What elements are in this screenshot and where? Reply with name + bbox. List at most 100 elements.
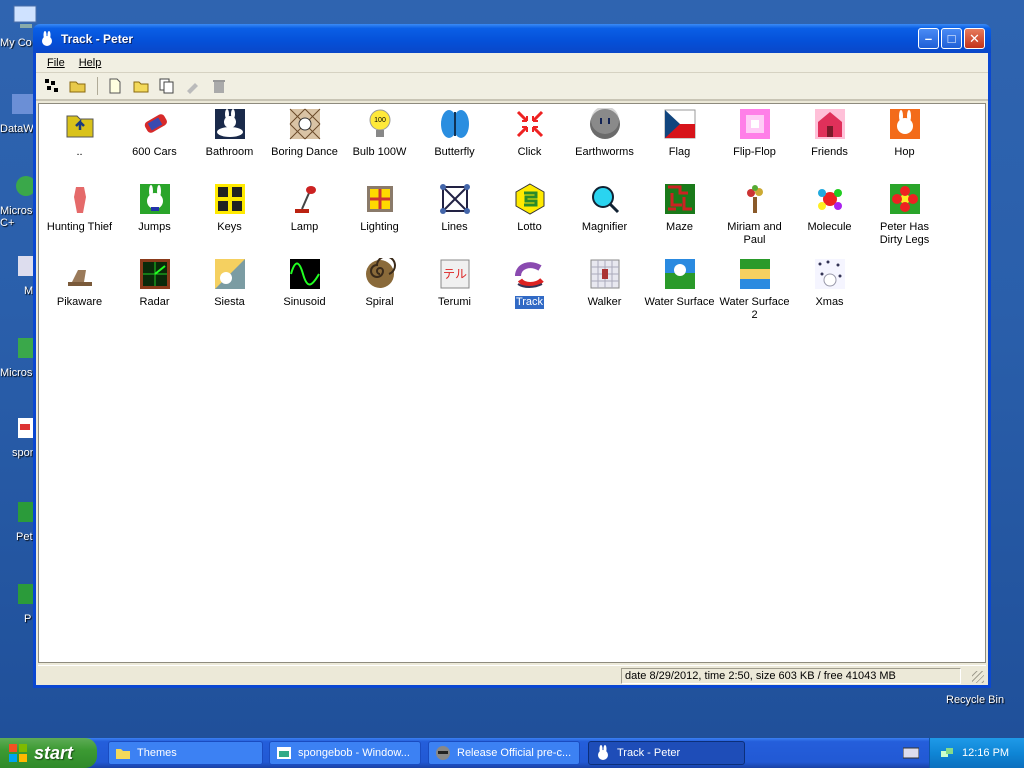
file-item[interactable]: Boring Dance bbox=[267, 108, 342, 159]
flag-icon bbox=[664, 109, 695, 139]
network-icon[interactable] bbox=[940, 746, 954, 760]
file-item-label: Lines bbox=[441, 221, 468, 233]
file-item[interactable]: Butterfly bbox=[417, 108, 492, 159]
jumps-icon bbox=[139, 184, 170, 214]
radar-icon bbox=[139, 259, 170, 289]
miriam-and-paul-icon bbox=[746, 185, 763, 213]
file-item[interactable]: Xmas bbox=[792, 258, 867, 309]
task-label: Track - Peter bbox=[617, 747, 681, 759]
windows-logo-icon bbox=[9, 744, 27, 762]
task-themes[interactable]: Themes bbox=[108, 741, 263, 765]
folder-icon bbox=[116, 749, 130, 759]
terumi-icon: テル bbox=[440, 259, 469, 289]
file-item-label: Friends bbox=[811, 146, 848, 158]
file-item-label: Water Surface bbox=[644, 296, 715, 308]
app-window: Track - Peter – □ ✕ File Help .. 600 Car… bbox=[33, 24, 991, 688]
car-icon bbox=[144, 114, 167, 133]
file-item[interactable]: Click bbox=[492, 108, 567, 159]
file-item[interactable]: Pikaware bbox=[42, 258, 117, 309]
close-icon: ✕ bbox=[969, 30, 980, 46]
file-item[interactable]: Lotto bbox=[492, 183, 567, 234]
minimize-button[interactable]: – bbox=[918, 28, 939, 49]
lamp-icon bbox=[294, 186, 316, 213]
file-item[interactable]: Walker bbox=[567, 258, 642, 309]
file-item[interactable]: Spiral bbox=[342, 255, 417, 309]
delete-button[interactable] bbox=[207, 75, 231, 97]
file-item[interactable]: Flip-Flop bbox=[717, 108, 792, 159]
recycle-bin-label[interactable]: Recycle Bin bbox=[946, 694, 1004, 706]
file-item[interactable]: テル Terumi bbox=[417, 258, 492, 309]
file-item-label: Lamp bbox=[290, 221, 319, 233]
flip-flop-icon bbox=[739, 109, 770, 139]
file-item[interactable]: Magnifier bbox=[567, 183, 642, 234]
file-item[interactable]: Miriam and Paul bbox=[717, 183, 792, 247]
bathroom-icon bbox=[214, 109, 245, 139]
file-item-label: Maze bbox=[666, 221, 693, 233]
file-item[interactable]: 100 Bulb 100W bbox=[342, 108, 417, 159]
file-item[interactable]: Bathroom bbox=[192, 108, 267, 159]
file-item[interactable]: 600 Cars bbox=[117, 108, 192, 159]
file-item[interactable]: Radar bbox=[117, 258, 192, 309]
menu-help[interactable]: Help bbox=[72, 57, 109, 69]
task-label: spongebob - Window... bbox=[298, 747, 410, 759]
task-label: Release Official pre-c... bbox=[457, 747, 572, 759]
file-item[interactable]: Hop bbox=[867, 108, 942, 159]
task-spongebob[interactable]: spongebob - Window... bbox=[269, 741, 421, 765]
file-item[interactable]: Peter Has Dirty Legs bbox=[867, 183, 942, 247]
file-item-label: Hunting Thief bbox=[46, 221, 113, 233]
resize-grip[interactable] bbox=[972, 671, 984, 683]
file-item[interactable]: Flag bbox=[642, 108, 717, 159]
maximize-icon: □ bbox=[947, 31, 956, 46]
file-item[interactable]: Keys bbox=[192, 183, 267, 234]
keys-icon bbox=[214, 184, 245, 214]
hop-icon bbox=[889, 109, 920, 139]
file-item-label: Walker bbox=[587, 296, 622, 308]
menu-file[interactable]: File bbox=[40, 57, 72, 69]
file-item[interactable]: Lighting bbox=[342, 183, 417, 234]
task-track-peter[interactable]: Track - Peter bbox=[588, 741, 745, 765]
file-item[interactable]: Lines bbox=[417, 183, 492, 234]
open-button[interactable] bbox=[66, 75, 90, 97]
file-item[interactable]: Lamp bbox=[267, 183, 342, 234]
maximize-button[interactable]: □ bbox=[941, 28, 962, 49]
grid-view-button[interactable] bbox=[40, 75, 64, 97]
click-icon bbox=[516, 110, 543, 138]
task-release[interactable]: Release Official pre-c... bbox=[428, 741, 580, 765]
file-item[interactable]: Friends bbox=[792, 108, 867, 159]
file-item[interactable]: Molecule bbox=[792, 183, 867, 234]
xmas-icon bbox=[814, 259, 845, 289]
file-item[interactable]: .. bbox=[42, 108, 117, 159]
title-bar[interactable]: Track - Peter – □ ✕ bbox=[33, 24, 991, 53]
file-item[interactable]: Hunting Thief bbox=[42, 183, 117, 234]
start-label: start bbox=[34, 742, 74, 763]
clock[interactable]: 12:16 PM bbox=[962, 747, 1009, 759]
file-item-label: Siesta bbox=[214, 296, 245, 308]
peter-dirty-legs-icon bbox=[889, 184, 920, 214]
new-button[interactable] bbox=[103, 75, 127, 97]
earthworms-icon bbox=[589, 106, 620, 139]
file-item[interactable]: Water Surface bbox=[642, 258, 717, 309]
close-button[interactable]: ✕ bbox=[964, 28, 985, 49]
text-tool-button[interactable] bbox=[181, 75, 205, 97]
file-item[interactable]: Water Surface 2 bbox=[717, 258, 792, 322]
maze-icon bbox=[664, 184, 695, 214]
new-folder-button[interactable] bbox=[129, 75, 153, 97]
track-icon bbox=[514, 262, 544, 288]
start-button[interactable]: start bbox=[0, 738, 97, 768]
file-item-label: Keys bbox=[217, 221, 242, 233]
file-item[interactable]: Track bbox=[492, 258, 567, 309]
siesta-icon bbox=[214, 259, 245, 289]
keyboard-icon[interactable] bbox=[903, 746, 919, 760]
toolbar bbox=[36, 73, 988, 101]
file-item[interactable]: Earthworms bbox=[567, 106, 642, 159]
file-item[interactable]: Sinusoid bbox=[267, 258, 342, 309]
file-item[interactable]: Maze bbox=[642, 183, 717, 234]
file-item-label: Pikaware bbox=[56, 296, 103, 308]
water-surface-2-icon bbox=[739, 259, 770, 289]
copy-button[interactable] bbox=[155, 75, 179, 97]
file-item[interactable]: Jumps bbox=[117, 183, 192, 234]
pikaware-icon bbox=[67, 270, 92, 286]
file-item-label: Earthworms bbox=[575, 146, 634, 158]
menu-bar: File Help bbox=[36, 53, 988, 73]
file-item[interactable]: Siesta bbox=[192, 258, 267, 309]
